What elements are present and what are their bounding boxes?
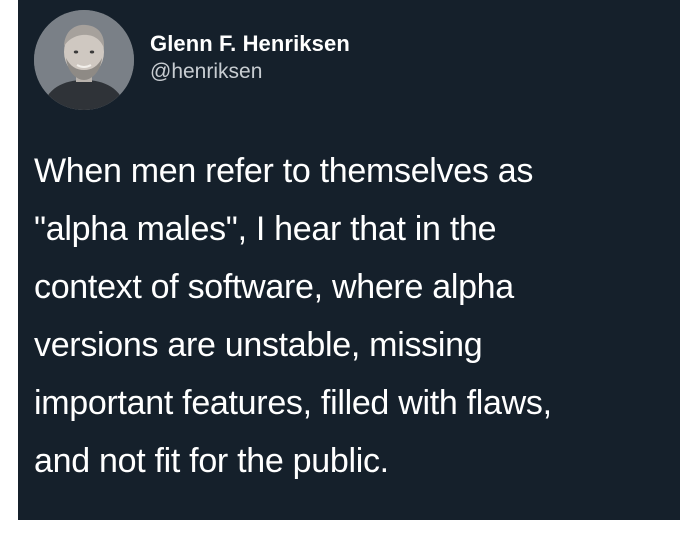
tweet-text-line: and not fit for the public. [34, 442, 389, 480]
tweet-header: Glenn F. Henriksen @henriksen [34, 10, 350, 110]
tweet-text: When men refer to themselves as "alpha m… [34, 142, 674, 490]
tweet-text-line: When men refer to themselves as [34, 152, 534, 190]
author-handle[interactable]: @henriksen [150, 58, 350, 86]
tweet-text-line: "alpha males", I hear that in the [34, 210, 497, 248]
author-display-name[interactable]: Glenn F. Henriksen [150, 30, 350, 58]
tweet-text-line: important features, filled with flaws, [34, 384, 552, 422]
tweet-text-line: context of software, where alpha [34, 268, 514, 306]
avatar[interactable] [34, 10, 134, 110]
tweet-card: Glenn F. Henriksen @henriksen When men r… [18, 0, 680, 520]
author-names: Glenn F. Henriksen @henriksen [150, 30, 350, 86]
tweet-text-line: versions are unstable, missing [34, 326, 483, 364]
user-avatar-icon [34, 10, 134, 110]
